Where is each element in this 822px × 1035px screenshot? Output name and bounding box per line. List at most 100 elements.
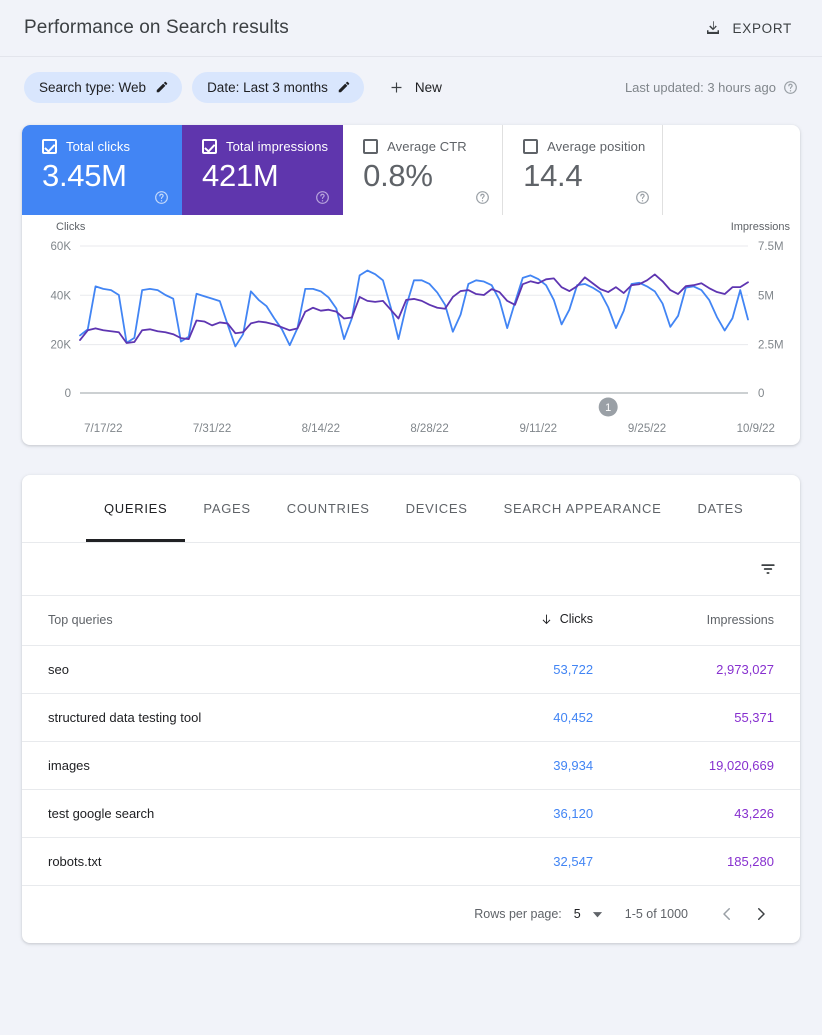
help-circle-icon[interactable] xyxy=(635,190,650,205)
results-tabs: QUERIES PAGES COUNTRIES DEVICES SEARCH APPEA… xyxy=(22,475,800,543)
arrow-down-icon xyxy=(540,613,553,626)
help-circle-icon[interactable] xyxy=(154,190,169,205)
help-circle-icon[interactable] xyxy=(783,80,798,95)
table-row[interactable]: test google search36,12043,226 xyxy=(22,789,800,837)
column-header-query[interactable]: Top queries xyxy=(22,596,442,645)
clicks-cell: 36,120 xyxy=(442,789,621,837)
chart-annotation-marker: 1 xyxy=(599,398,618,417)
query-cell: robots.txt xyxy=(22,837,442,885)
svg-text:20K: 20K xyxy=(51,340,72,352)
svg-text:8/28/22: 8/28/22 xyxy=(410,423,448,435)
pencil-icon[interactable] xyxy=(155,80,169,94)
column-header-clicks-label: Clicks xyxy=(560,612,593,626)
pagination-range: 1-5 of 1000 xyxy=(625,907,688,921)
metric-card-total-impressions[interactable]: Total impressions 421M xyxy=(182,125,343,215)
tab-pages[interactable]: PAGES xyxy=(185,475,268,542)
metric-label: Total impressions xyxy=(226,139,328,154)
query-cell: images xyxy=(22,741,442,789)
tab-label: SEARCH APPEARANCE xyxy=(504,501,662,516)
query-cell: seo xyxy=(22,645,442,693)
new-filter-label: New xyxy=(415,80,442,95)
chip-label: Search type: Web xyxy=(39,80,146,95)
svg-text:1: 1 xyxy=(605,402,611,414)
tab-queries[interactable]: QUERIES xyxy=(86,475,185,542)
table-row[interactable]: images39,93419,020,669 xyxy=(22,741,800,789)
export-label: EXPORT xyxy=(733,21,792,36)
chip-label: Date: Last 3 months xyxy=(207,80,328,95)
metric-value: 3.45M xyxy=(42,159,167,193)
clicks-cell: 53,722 xyxy=(442,645,621,693)
impressions-cell: 43,226 xyxy=(621,789,800,837)
metric-checkbox-total-impressions[interactable] xyxy=(202,139,217,154)
previous-page-button[interactable] xyxy=(710,897,744,931)
performance-chart[interactable]: ClicksImpressions60K40K20K07.5M5M2.5M07/… xyxy=(22,215,800,445)
page-title: Performance on Search results xyxy=(24,17,696,39)
metric-card-average-position[interactable]: Average position 14.4 xyxy=(503,125,663,215)
metric-checkbox-average-position[interactable] xyxy=(523,139,538,154)
chart-series xyxy=(80,271,748,347)
clicks-cell: 39,934 xyxy=(442,741,621,789)
svg-text:0: 0 xyxy=(65,388,71,400)
svg-text:8/14/22: 8/14/22 xyxy=(302,423,340,435)
tab-dates[interactable]: DATES xyxy=(679,475,761,542)
tab-search-appearance[interactable]: SEARCH APPEARANCE xyxy=(486,475,680,542)
tab-label: DEVICES xyxy=(406,501,468,516)
metric-header: Total clicks xyxy=(42,139,167,154)
svg-text:7/17/22: 7/17/22 xyxy=(84,423,122,435)
export-button[interactable]: EXPORT xyxy=(696,13,800,43)
table-row[interactable]: seo53,7222,973,027 xyxy=(22,645,800,693)
impressions-cell: 55,371 xyxy=(621,693,800,741)
svg-text:7.5M: 7.5M xyxy=(758,241,784,253)
metric-checkbox-average-ctr[interactable] xyxy=(363,139,378,154)
new-filter-button[interactable]: New xyxy=(380,72,454,103)
rows-per-page-label: Rows per page: xyxy=(474,907,562,921)
rows-per-page-value[interactable]: 5 xyxy=(574,907,581,921)
query-cell: test google search xyxy=(22,789,442,837)
chevron-right-icon xyxy=(752,905,770,923)
metric-header: Average CTR xyxy=(363,139,488,154)
metric-value: 0.8% xyxy=(363,159,488,193)
tab-label: QUERIES xyxy=(104,501,167,516)
tab-label: COUNTRIES xyxy=(287,501,370,516)
tab-devices[interactable]: DEVICES xyxy=(388,475,486,542)
filter-chip-search-type[interactable]: Search type: Web xyxy=(24,72,182,103)
table-row[interactable]: robots.txt32,547185,280 xyxy=(22,837,800,885)
tab-label: PAGES xyxy=(203,501,250,516)
impressions-cell: 2,973,027 xyxy=(621,645,800,693)
metric-checkbox-total-clicks[interactable] xyxy=(42,139,57,154)
metric-label: Average CTR xyxy=(387,139,467,154)
metric-label: Average position xyxy=(547,139,645,154)
metric-card-average-ctr[interactable]: Average CTR 0.8% xyxy=(343,125,503,215)
help-circle-icon[interactable] xyxy=(475,190,490,205)
metric-cards-filler xyxy=(663,125,800,215)
svg-text:10/9/22: 10/9/22 xyxy=(737,423,775,435)
filter-icon[interactable] xyxy=(758,559,778,579)
pencil-icon[interactable] xyxy=(337,80,351,94)
metric-card-total-clicks[interactable]: Total clicks 3.45M xyxy=(22,125,182,215)
svg-text:60K: 60K xyxy=(51,241,72,253)
svg-text:7/31/22: 7/31/22 xyxy=(193,423,231,435)
table-header-row: Top queries Clicks Impressions xyxy=(22,596,800,645)
last-updated: Last updated: 3 hours ago xyxy=(625,80,798,95)
svg-text:9/11/22: 9/11/22 xyxy=(520,423,558,435)
help-circle-icon[interactable] xyxy=(315,190,330,205)
tab-countries[interactable]: COUNTRIES xyxy=(269,475,388,542)
column-header-impressions[interactable]: Impressions xyxy=(621,596,800,645)
clicks-cell: 32,547 xyxy=(442,837,621,885)
svg-text:0: 0 xyxy=(758,388,764,400)
chart-svg[interactable]: ClicksImpressions60K40K20K07.5M5M2.5M07/… xyxy=(22,215,800,445)
svg-text:40K: 40K xyxy=(51,290,72,302)
chevron-left-icon xyxy=(718,905,736,923)
page-header: Performance on Search results EXPORT xyxy=(0,0,822,57)
next-page-button[interactable] xyxy=(744,897,778,931)
metric-cards: Total clicks 3.45M Total impressions 421… xyxy=(22,125,800,215)
filter-bar: Search type: Web Date: Last 3 months New… xyxy=(0,57,822,117)
table-row[interactable]: structured data testing tool40,45255,371 xyxy=(22,693,800,741)
performance-panel: Total clicks 3.45M Total impressions 421… xyxy=(22,125,800,445)
tab-label: DATES xyxy=(697,501,743,516)
filter-chip-date[interactable]: Date: Last 3 months xyxy=(192,72,364,103)
chevron-down-icon[interactable] xyxy=(581,909,625,920)
column-header-clicks[interactable]: Clicks xyxy=(442,596,621,645)
metric-value: 421M xyxy=(202,159,328,193)
svg-text:Impressions: Impressions xyxy=(731,221,791,233)
